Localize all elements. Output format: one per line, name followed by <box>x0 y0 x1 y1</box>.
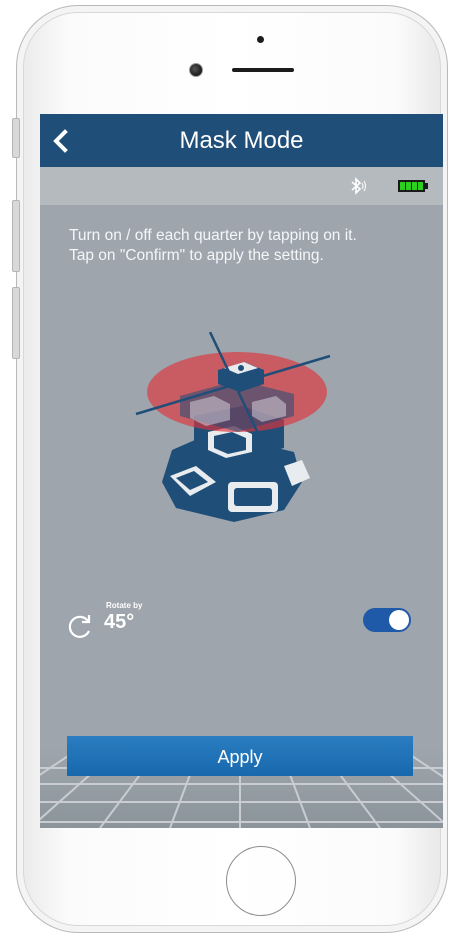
back-button[interactable] <box>50 124 80 158</box>
apply-button[interactable]: Apply <box>67 736 413 776</box>
page-title: Mask Mode <box>179 127 304 154</box>
instructions-text: Turn on / off each quarter by tapping on… <box>69 226 439 266</box>
rotate-icon[interactable] <box>66 612 94 640</box>
toggle-knob <box>389 610 409 630</box>
volume-up-button <box>12 200 20 272</box>
earpiece-speaker <box>232 68 294 72</box>
mute-switch <box>12 118 20 158</box>
rotate-toggle[interactable] <box>363 608 411 632</box>
front-camera <box>189 63 203 77</box>
app-screen: Mask Mode Turn on / off each quarter by … <box>40 114 443 828</box>
laser-level-device-icon[interactable] <box>134 332 340 527</box>
chevron-left-icon <box>53 129 68 153</box>
battery-icon <box>398 180 428 192</box>
home-button[interactable] <box>226 846 296 916</box>
instructions-line-1: Turn on / off each quarter by tapping on… <box>69 227 357 244</box>
volume-down-button <box>12 287 20 359</box>
instructions-line-2: Tap on "Confirm" to apply the setting. <box>69 247 324 264</box>
sensor-dot <box>257 36 264 43</box>
bluetooth-icon <box>351 177 366 195</box>
navigation-bar: Mask Mode <box>40 114 443 167</box>
rotate-caption: Rotate by <box>106 601 143 610</box>
device-status-bar <box>40 167 443 205</box>
rotate-value: 45° <box>104 611 135 633</box>
